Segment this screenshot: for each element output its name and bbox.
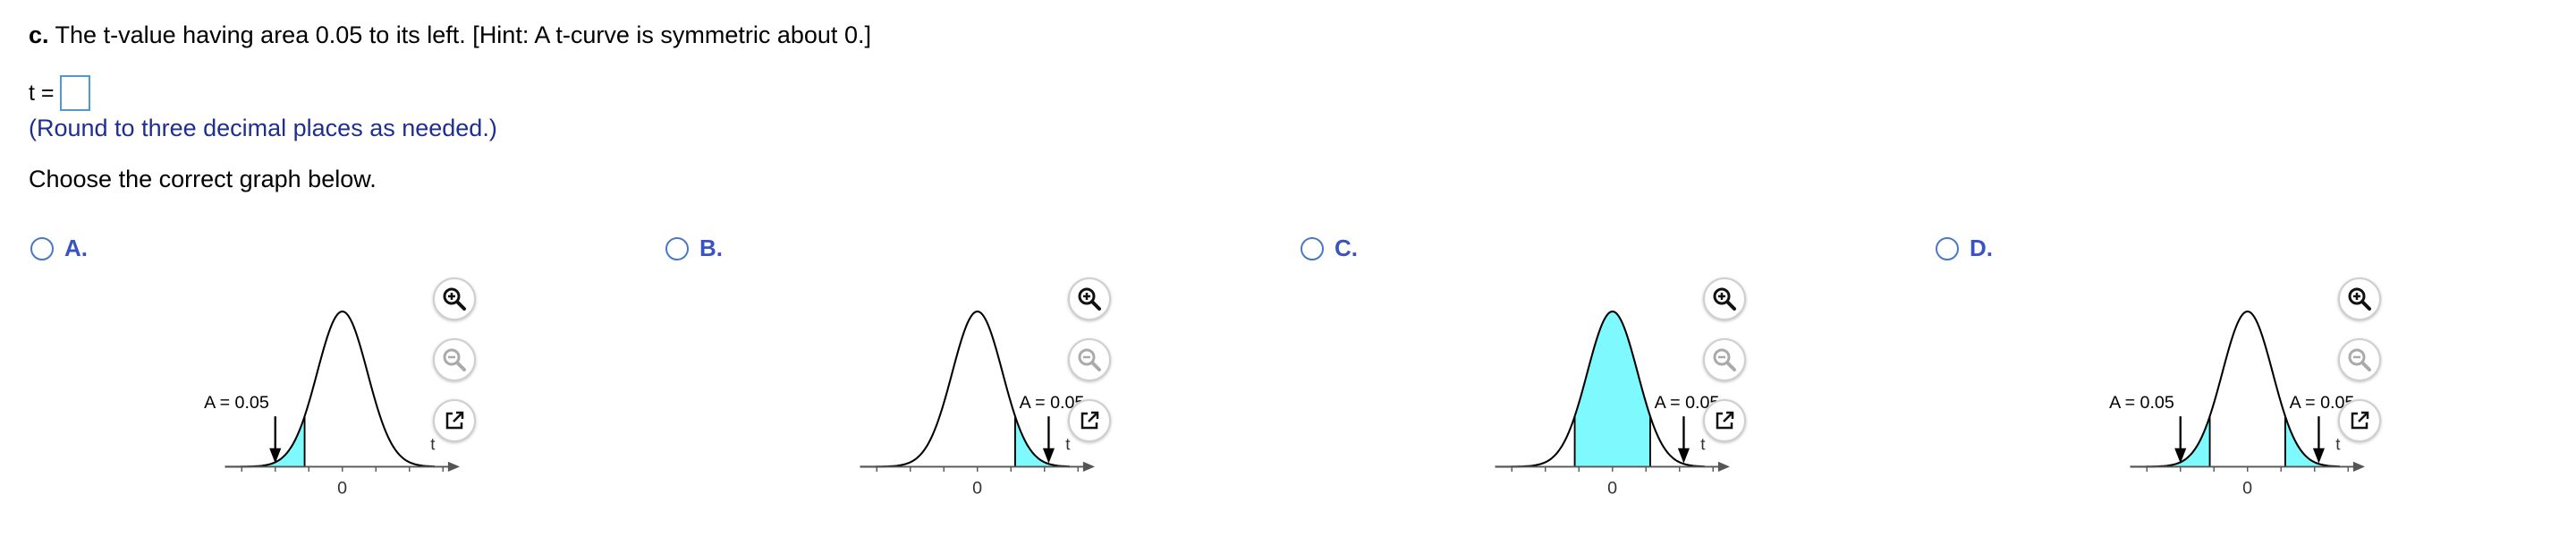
choose-instruction: Choose the correct graph below. — [29, 166, 377, 192]
shaded-region-right — [2284, 416, 2340, 467]
radio-button[interactable] — [30, 236, 54, 260]
option-radio-row[interactable]: C. — [1301, 235, 1358, 262]
popout-button[interactable] — [2338, 399, 2381, 442]
popout-button[interactable] — [1068, 399, 1111, 442]
zero-tick-label: 0 — [972, 478, 982, 498]
x-axis-label: t — [430, 435, 436, 454]
zoom-out-icon — [443, 348, 466, 371]
zero-tick-label: 0 — [337, 478, 347, 498]
rounding-note: (Round to three decimal places as needed… — [29, 115, 497, 141]
zoom-out-button[interactable] — [2338, 338, 2381, 381]
option-a: A. t 0 A = 0.05 — [30, 235, 657, 503]
t-distribution-graph: t 0 A = 0.05 — [860, 310, 1095, 498]
area-label: A = 0.05 — [204, 393, 269, 413]
answer-prefix: t = — [29, 81, 55, 106]
zoom-in-icon — [443, 287, 466, 311]
x-axis-label: t — [1700, 435, 1706, 454]
shaded-region — [225, 418, 305, 467]
zoom-in-icon — [2348, 287, 2371, 311]
option-letter: B. — [699, 235, 723, 261]
t-distribution-graph: t 0 A = 0.05 — [1495, 310, 1730, 498]
shaded-region — [1014, 416, 1070, 467]
option-radio-row[interactable]: D. — [1936, 235, 1993, 262]
radio-button[interactable] — [1301, 236, 1324, 260]
zoom-out-icon — [2348, 348, 2371, 371]
zero-tick-label: 0 — [1607, 478, 1617, 498]
zoom-out-icon — [1713, 348, 1736, 371]
zoom-in-button[interactable] — [1703, 277, 1746, 320]
popout-icon — [2351, 411, 2369, 430]
t-curve — [860, 310, 1070, 468]
zoom-in-button[interactable] — [433, 277, 476, 320]
zero-tick-label: 0 — [2242, 478, 2252, 498]
question-body: The t-value having area 0.05 to its left… — [55, 21, 871, 48]
shaded-region — [1574, 311, 1650, 467]
popout-icon — [1716, 411, 1734, 430]
option-b: B. t 0 A = 0.05 — [665, 235, 1292, 503]
t-curve — [225, 310, 435, 468]
shaded-region-left — [2130, 418, 2210, 467]
option-radio-row[interactable]: A. — [30, 235, 88, 262]
popout-icon — [1080, 411, 1099, 430]
zoom-out-icon — [1078, 348, 1101, 371]
answer-input[interactable] — [59, 75, 90, 111]
x-axis-label: t — [2335, 435, 2341, 454]
x-axis-arrowhead — [447, 461, 460, 472]
area-label-left: A = 0.05 — [2109, 393, 2174, 413]
popout-icon — [445, 411, 464, 430]
x-axis-arrowhead — [2352, 461, 2365, 472]
zoom-in-icon — [1713, 287, 1736, 311]
option-d: D. t 0 A = 0.05 A = 0.05 — [1936, 235, 2562, 503]
t-distribution-graph: t 0 A = 0.05 — [204, 310, 460, 498]
x-axis-arrowhead — [1082, 461, 1095, 472]
option-letter: A. — [64, 235, 88, 261]
area-arrow-right — [2312, 416, 2325, 464]
question-text: c. The t-value having area 0.05 to its l… — [29, 20, 871, 50]
popout-button[interactable] — [1703, 399, 1746, 442]
option-letter: D. — [1970, 235, 1993, 261]
area-arrow — [1042, 416, 1055, 464]
popout-button[interactable] — [433, 399, 476, 442]
area-arrow-left — [2174, 416, 2187, 464]
question-part-label: c. — [29, 21, 49, 48]
option-letter: C. — [1335, 235, 1358, 261]
zoom-in-button[interactable] — [1068, 277, 1111, 320]
radio-button[interactable] — [1936, 236, 1959, 260]
zoom-in-button[interactable] — [2338, 277, 2381, 320]
answer-row: t = — [29, 75, 90, 111]
t-curve — [2130, 310, 2340, 468]
area-arrow — [269, 416, 282, 464]
zoom-out-button[interactable] — [1703, 338, 1746, 381]
t-distribution-graph: t 0 A = 0.05 A = 0.05 — [2109, 310, 2365, 498]
zoom-in-icon — [1078, 287, 1101, 311]
radio-button[interactable] — [665, 236, 689, 260]
option-radio-row[interactable]: B. — [665, 235, 723, 262]
zoom-out-button[interactable] — [433, 338, 476, 381]
x-axis-arrowhead — [1717, 461, 1730, 472]
area-arrow — [1677, 416, 1690, 464]
option-c: C. t 0 A = 0.05 — [1301, 235, 1927, 503]
zoom-out-button[interactable] — [1068, 338, 1111, 381]
x-axis-label: t — [1065, 435, 1071, 454]
